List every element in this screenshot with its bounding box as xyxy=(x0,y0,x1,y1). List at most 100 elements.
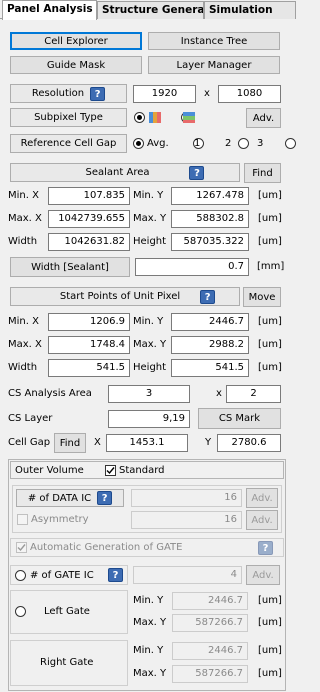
guide-mask-button[interactable]: Guide Mask xyxy=(10,56,142,74)
unit-label: [um] xyxy=(258,668,282,679)
right-gate-miny-label: Min. Y xyxy=(133,645,164,656)
data-ic-label-box: # of DATA IC ? xyxy=(16,489,124,507)
help-icon[interactable]: ? xyxy=(108,568,123,582)
asymmetry-label: Asymmetry xyxy=(31,514,89,525)
sealant-miny-label: Min. Y xyxy=(133,190,164,201)
start-maxy-label: Max. Y xyxy=(133,339,167,350)
cs-layer-input[interactable]: 9,19 xyxy=(108,410,190,428)
start-points-title: Start Points of Unit Pixel xyxy=(59,291,181,302)
start-miny-input[interactable]: 2446.7 xyxy=(171,313,249,331)
resolution-width-input[interactable]: 1920 xyxy=(133,85,196,103)
start-points-header: Start Points of Unit Pixel ? xyxy=(10,287,240,306)
ref-gap-radio-2[interactable] xyxy=(238,138,250,149)
ref-gap-radio-avg[interactable] xyxy=(133,138,144,149)
start-points-move-button[interactable]: Move xyxy=(243,287,281,307)
subpixel-radio-stripe[interactable] xyxy=(134,112,145,123)
help-icon[interactable]: ? xyxy=(200,289,216,304)
start-height-input[interactable]: 541.5 xyxy=(171,359,249,377)
cs-area-x-label: x xyxy=(216,388,222,399)
right-gate-box: Right Gate xyxy=(10,640,128,686)
cell-gap-y-label: Y xyxy=(205,437,212,448)
data-ic-adv-button[interactable]: Adv. xyxy=(246,488,278,508)
subpixel-type-label: Subpixel Type xyxy=(10,108,127,127)
sealant-find-button[interactable]: Find xyxy=(244,163,281,183)
cs-analysis-area-label: CS Analysis Area xyxy=(8,388,92,399)
gate-ic-input[interactable]: 4 xyxy=(133,566,242,584)
cs-mark-button[interactable]: CS Mark xyxy=(198,408,281,429)
sealant-minx-label: Min. X xyxy=(8,190,39,201)
help-icon[interactable]: ? xyxy=(258,541,273,555)
cell-gap-x-label: X xyxy=(94,437,101,448)
sealant-height-label: Height xyxy=(133,236,167,247)
start-maxx-input[interactable]: 1748.4 xyxy=(48,336,130,354)
tab-bar: Panel Analysis Structure Generation Simu… xyxy=(0,0,296,20)
left-gate-maxy-input[interactable]: 587266.7 xyxy=(172,614,248,632)
cs-area-a-input[interactable]: 3 xyxy=(108,385,190,403)
cell-gap-label: Cell Gap xyxy=(8,437,51,448)
unit-label: [um] xyxy=(258,595,282,606)
auto-gate-checkbox[interactable] xyxy=(16,542,27,553)
cs-layer-label: CS Layer xyxy=(8,413,53,424)
asymmetry-checkbox[interactable] xyxy=(17,514,28,525)
left-gate-miny-input[interactable]: 2446.7 xyxy=(172,592,248,610)
asymmetry-input[interactable]: 16 xyxy=(131,511,242,529)
start-maxx-label: Max. X xyxy=(8,339,42,350)
subpixel-type-options xyxy=(134,112,244,124)
gate-ic-radio[interactable] xyxy=(15,570,26,581)
outer-volume-label: Outer Volume xyxy=(15,465,84,476)
right-gate-maxy-input[interactable]: 587266.7 xyxy=(172,665,248,683)
tab-structure-generation[interactable]: Structure Generation xyxy=(97,1,204,19)
subpixel-adv-button[interactable]: Adv. xyxy=(246,108,281,128)
right-gate-label: Right Gate xyxy=(40,657,94,668)
sealant-width-input[interactable]: 1042631.82 xyxy=(48,233,130,251)
asymmetry-row: Asymmetry xyxy=(17,513,127,527)
cell-explorer-button[interactable]: Cell Explorer xyxy=(10,32,142,50)
data-ic-label: # of DATA IC xyxy=(27,492,92,504)
rgb-stripe-icon xyxy=(149,112,161,123)
tab-panel-analysis[interactable]: Panel Analysis xyxy=(2,0,97,20)
sealant-minx-input[interactable]: 107.835 xyxy=(48,187,130,205)
width-sealant-button[interactable]: Width [Sealant] xyxy=(10,257,130,277)
sealant-height-input[interactable]: 587035.322 xyxy=(171,233,249,251)
right-gate-maxy-label: Max. Y xyxy=(133,668,167,679)
tab-simulation[interactable]: Simulation xyxy=(204,1,296,19)
standard-checkbox[interactable] xyxy=(105,465,116,476)
ref-gap-radio-3[interactable] xyxy=(284,138,296,149)
cell-gap-y-input[interactable]: 2780.6 xyxy=(217,434,281,452)
sealant-maxx-input[interactable]: 1042739.655 xyxy=(48,210,130,228)
ref-gap-3-label: 3 xyxy=(257,138,264,149)
auto-gate-row: Automatic Generation of GATE ? xyxy=(10,538,284,557)
layer-manager-button[interactable]: Layer Manager xyxy=(148,56,280,74)
asymmetry-adv-button[interactable]: Adv. xyxy=(246,510,278,530)
sealant-width-value-input[interactable]: 0.7 xyxy=(135,258,249,276)
unit-label: [um] xyxy=(258,362,282,373)
cell-gap-find-button[interactable]: Find xyxy=(54,433,86,453)
data-ic-input[interactable]: 16 xyxy=(131,489,242,507)
sealant-maxy-input[interactable]: 588302.8 xyxy=(171,210,249,228)
start-minx-input[interactable]: 1206.9 xyxy=(48,313,130,331)
start-width-label: Width xyxy=(8,362,38,373)
right-gate-miny-input[interactable]: 2446.7 xyxy=(172,642,248,660)
instance-tree-button[interactable]: Instance Tree xyxy=(148,32,280,50)
left-gate-label: Left Gate xyxy=(44,606,90,617)
resolution-height-input[interactable]: 1080 xyxy=(218,85,281,103)
start-miny-label: Min. Y xyxy=(133,316,164,327)
resolution-label-box: Resolution ? xyxy=(10,84,127,103)
sealant-miny-input[interactable]: 1267.478 xyxy=(171,187,249,205)
left-gate-miny-label: Min. Y xyxy=(133,595,164,606)
outer-volume-header: Outer Volume Standard xyxy=(10,461,284,479)
gate-ic-adv-button[interactable]: Adv. xyxy=(246,565,280,585)
start-width-input[interactable]: 541.5 xyxy=(48,359,130,377)
left-gate-radio[interactable] xyxy=(15,606,26,617)
help-icon[interactable]: ? xyxy=(189,165,205,180)
help-icon[interactable]: ? xyxy=(97,491,113,505)
gate-ic-label-box: # of GATE IC ? xyxy=(10,565,128,585)
cs-area-b-input[interactable]: 2 xyxy=(226,385,281,403)
unit-label: [um] xyxy=(258,316,282,327)
start-minx-label: Min. X xyxy=(8,316,39,327)
ref-gap-avg-label: Avg. xyxy=(147,138,169,149)
cell-gap-x-input[interactable]: 1453.1 xyxy=(106,434,188,452)
mm-unit-label: [mm] xyxy=(257,261,285,272)
help-icon[interactable]: ? xyxy=(90,86,106,101)
start-maxy-input[interactable]: 2988.2 xyxy=(171,336,249,354)
